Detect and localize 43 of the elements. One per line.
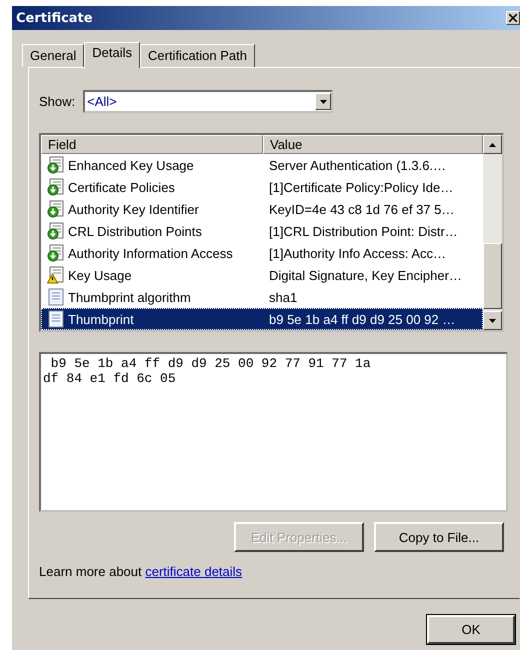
field-name: Authority Information Access: [68, 246, 233, 260]
learn-more-text: Learn more about certificate details: [39, 564, 244, 579]
show-dropdown[interactable]: <All>: [83, 90, 334, 113]
field-name: Thumbprint algorithm: [68, 290, 191, 304]
show-label: Show:: [39, 94, 76, 109]
column-header[interactable]: Field: [41, 135, 263, 154]
field-value: [1]Certificate Policy:Policy Ide…: [268, 180, 454, 194]
field-value: [1]CRL Distribution Point: Distr…: [268, 224, 459, 238]
field-name: Key Usage: [68, 268, 132, 282]
document-icon: [47, 310, 65, 328]
field-name: Certificate Policies: [68, 180, 175, 194]
close-button[interactable]: [506, 11, 520, 25]
tab[interactable]: Certification Path: [140, 44, 255, 67]
scroll-up-icon: [489, 142, 496, 146]
certificate-details-link[interactable]: certificate details: [145, 564, 242, 579]
certificate-download-icon: [47, 222, 65, 240]
scrollbar[interactable]: [483, 135, 502, 330]
field-name: CRL Distribution Points: [68, 224, 202, 238]
selected-row[interactable]: Thumbprint b9 5e 1b a4 ff d9 d9 25 00 92 …: [41, 308, 483, 330]
field-value: b9 5e 1b a4 ff d9 d9 25 00 92 …: [268, 312, 456, 326]
column-header[interactable]: Value: [263, 135, 483, 154]
scroll-down-icon: [489, 318, 496, 322]
warning-icon: [47, 266, 65, 284]
dropdown-arrow-icon: [320, 100, 327, 104]
certificate-download-icon: [47, 244, 65, 262]
field-value: Digital Signature, Key Encipher…: [268, 268, 463, 282]
certificate-download-icon: [47, 200, 65, 218]
field-name: Enhanced Key Usage: [68, 158, 194, 172]
field-value: KeyID=4e 43 c8 1d 76 ef 37 5…: [268, 202, 456, 216]
field-value: Server Authentication (1.3.6.…: [268, 158, 448, 172]
field-value: [1]Authority Info Access: Acc…: [268, 246, 448, 260]
ok-button[interactable]: OK: [427, 615, 515, 644]
tab[interactable]: Details: [84, 42, 140, 68]
field-name: Thumbprint: [68, 312, 134, 326]
value-text-box[interactable]: b9 5e 1b a4 ff d9 d9 25 00 92 77 91 77 1a df 84 e1 fd 6c 05: [39, 352, 508, 512]
window-title: Certificate: [16, 10, 93, 26]
certificate-download-icon: [47, 178, 65, 196]
field-value: sha1: [268, 290, 298, 304]
field-name: Authority Key Identifier: [68, 202, 199, 216]
copy-to-file-button[interactable]: Copy to File...: [374, 522, 504, 552]
tab[interactable]: General: [22, 44, 84, 67]
certificate-download-icon: [47, 156, 65, 174]
document-icon: [47, 288, 65, 306]
